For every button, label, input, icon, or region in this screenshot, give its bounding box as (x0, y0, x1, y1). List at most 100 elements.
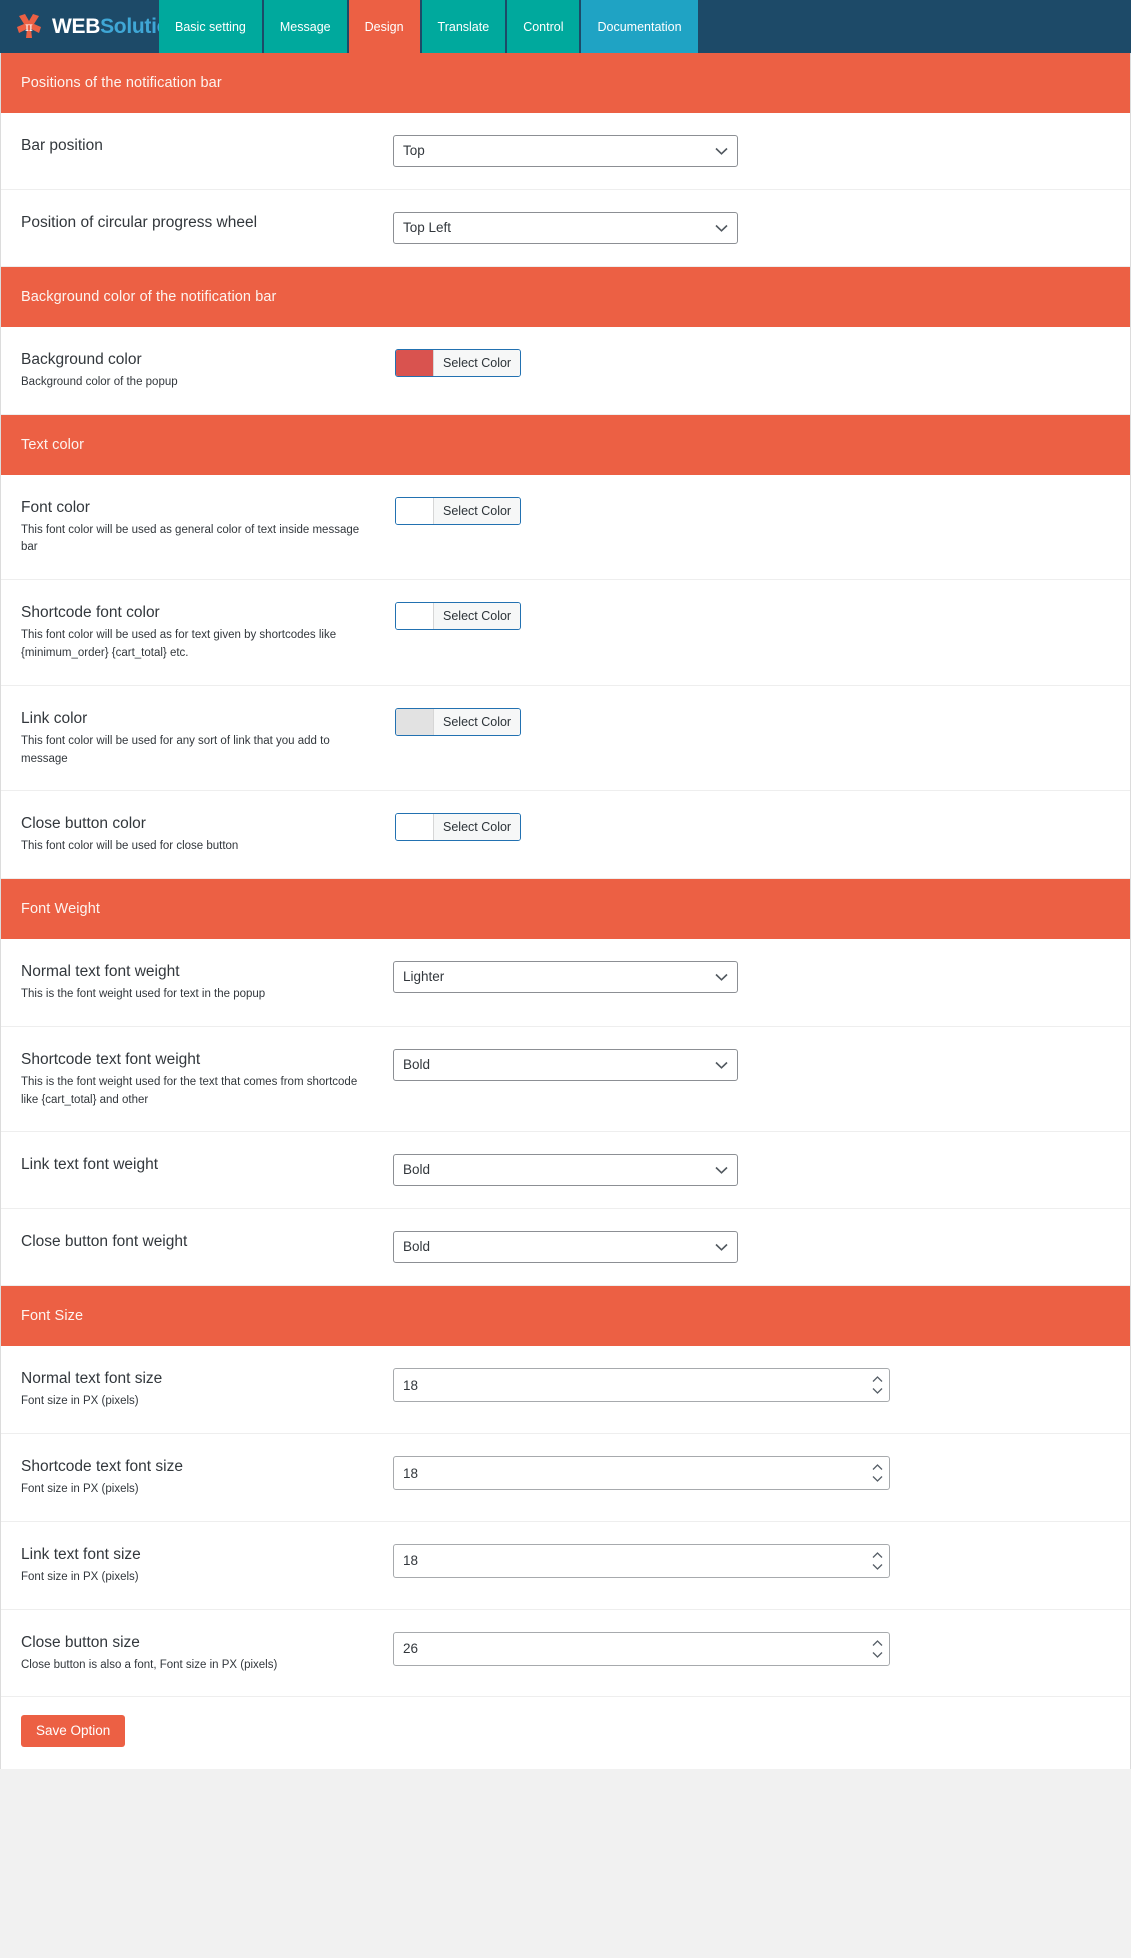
row-control-group: Bold (393, 1048, 1130, 1081)
tab-message[interactable]: Message (263, 0, 347, 53)
tab-documentation[interactable]: Documentation (581, 0, 698, 53)
row-close-button-color: Close button color This font color will … (1, 791, 1130, 880)
shortcode-text-font-weight-select[interactable]: Bold (393, 1048, 738, 1081)
color-swatch (396, 814, 434, 841)
background-color-picker-button[interactable]: Select Color (395, 349, 522, 377)
section-header-text-color: Text color (1, 414, 1130, 475)
row-label-group: Link text font size Font size in PX (pix… (1, 1544, 393, 1587)
bar-position-select-wrap: Top (393, 135, 738, 167)
field-description: This is the font weight used for the tex… (21, 1075, 358, 1106)
row-shortcode-font-color: Shortcode font color This font color wil… (1, 580, 1130, 686)
row-label-group: Close button font weight (1, 1231, 393, 1253)
top-navigation-bar: π WEBSolution Basic setting Message Desi… (0, 0, 1131, 53)
tab-design[interactable]: Design (348, 0, 420, 53)
field-description: This font color will be used for any sor… (21, 734, 330, 765)
svg-text:π: π (25, 20, 33, 34)
select-color-label: Select Color (434, 814, 521, 841)
section-header-font-weight: Font Weight (1, 879, 1130, 940)
bar-position-select[interactable]: Top (393, 135, 738, 167)
nav-filler (697, 0, 1131, 53)
field-label: Close button size (21, 1633, 140, 1651)
field-description: Font size in PX (pixels) (21, 1483, 139, 1496)
nav-tabs: Basic setting Message Design Translate C… (159, 0, 698, 53)
field-label: Shortcode text font size (21, 1458, 183, 1476)
close-button-font-weight-select-wrap: Bold (393, 1231, 738, 1264)
tab-basic-setting[interactable]: Basic setting (159, 0, 262, 53)
link-text-font-size-wrap (393, 1543, 890, 1578)
field-label: Position of circular progress wheel (21, 214, 258, 231)
row-control-group: Select Color (393, 496, 1130, 529)
field-label: Link text font weight (21, 1156, 158, 1174)
shortcode-text-font-size-wrap (393, 1456, 890, 1491)
field-label: Link color (21, 709, 88, 727)
number-stepper[interactable] (872, 1639, 883, 1658)
row-label-group: Normal text font size Font size in PX (p… (1, 1368, 393, 1411)
field-label: Close button color (21, 815, 146, 833)
field-description: Background color of the popup (21, 375, 178, 388)
link-text-font-weight-select-wrap: Bold (393, 1154, 738, 1187)
color-swatch (396, 497, 434, 524)
normal-text-font-size-input[interactable] (393, 1368, 890, 1403)
x-pi-logo-icon: π (14, 12, 44, 42)
design-settings-panel: Positions of the notification bar Bar po… (0, 53, 1131, 1769)
number-stepper[interactable] (872, 1464, 883, 1483)
save-area: Save Option (1, 1697, 1130, 1769)
row-label-group: Close button color This font color will … (1, 813, 393, 856)
brand-word-primary: WEB (52, 15, 101, 38)
link-text-font-weight-select[interactable]: Bold (393, 1154, 738, 1187)
number-stepper[interactable] (872, 1551, 883, 1570)
field-label: Font color (21, 498, 90, 516)
row-font-color: Font color This font color will be used … (1, 475, 1130, 581)
close-button-font-weight-select[interactable]: Bold (393, 1231, 738, 1264)
color-swatch (396, 603, 434, 630)
row-label-group: Link text font weight (1, 1154, 393, 1176)
link-color-picker-button[interactable]: Select Color (395, 707, 522, 736)
brand-logo-area: π WEBSolution (0, 0, 182, 53)
row-normal-text-font-size: Normal text font size Font size in PX (p… (1, 1346, 1130, 1435)
progress-wheel-position-select-wrap: Top Left (393, 212, 738, 244)
row-control-group: Select Color (393, 707, 1130, 740)
font-color-picker-button[interactable]: Select Color (395, 496, 522, 525)
progress-wheel-position-select[interactable]: Top Left (393, 212, 738, 244)
row-bar-position: Bar position Top (1, 113, 1130, 190)
row-shortcode-text-font-size: Shortcode text font size Font size in PX… (1, 1434, 1130, 1522)
close-button-color-picker-button[interactable]: Select Color (395, 813, 522, 842)
field-description: This font color will be used for close b… (21, 840, 239, 853)
link-text-font-size-input[interactable] (393, 1543, 890, 1578)
field-description: This font color will be used as for text… (21, 629, 337, 660)
save-option-button[interactable]: Save Option (21, 1715, 126, 1747)
number-stepper[interactable] (872, 1376, 883, 1395)
tab-translate[interactable]: Translate (421, 0, 506, 53)
row-link-text-font-size: Link text font size Font size in PX (pix… (1, 1522, 1130, 1610)
close-button-size-input[interactable] (393, 1631, 890, 1666)
row-control-group (393, 1631, 1130, 1666)
field-label: Close button font weight (21, 1233, 188, 1251)
row-label-group: Link color This font color will be used … (1, 708, 393, 769)
row-progress-wheel-position: Position of circular progress wheel Top … (1, 190, 1130, 267)
row-control-group: Select Color (393, 813, 1130, 845)
field-description: This font color will be used as general … (21, 523, 360, 554)
select-color-label: Select Color (434, 603, 521, 630)
normal-text-font-weight-select[interactable]: Lighter (393, 961, 738, 994)
field-description: Font size in PX (pixels) (21, 1570, 139, 1583)
row-label-group: Position of circular progress wheel (1, 212, 393, 234)
close-button-size-wrap (393, 1631, 890, 1666)
row-label-group: Bar position (1, 135, 393, 157)
shortcode-text-font-size-input[interactable] (393, 1456, 890, 1491)
row-link-color: Link color This font color will be used … (1, 686, 1130, 792)
shortcode-font-color-picker-button[interactable]: Select Color (395, 602, 522, 631)
tab-control[interactable]: Control (507, 0, 580, 53)
normal-text-font-size-wrap (393, 1368, 890, 1403)
row-link-text-font-weight: Link text font weight Bold (1, 1132, 1130, 1210)
row-control-group: Bold (393, 1231, 1130, 1264)
field-label: Background color (21, 351, 142, 368)
row-label-group: Shortcode text font weight This is the f… (1, 1049, 393, 1110)
field-label: Normal text font weight (21, 963, 180, 981)
row-control-group: Lighter (393, 961, 1130, 994)
row-label-group: Background color Background color of the… (1, 349, 393, 392)
row-control-group: Top (393, 135, 1130, 167)
row-control-group: Top Left (393, 212, 1130, 244)
field-label: Bar position (21, 137, 103, 154)
row-label-group: Shortcode font color This font color wil… (1, 602, 393, 663)
color-swatch (396, 350, 434, 376)
